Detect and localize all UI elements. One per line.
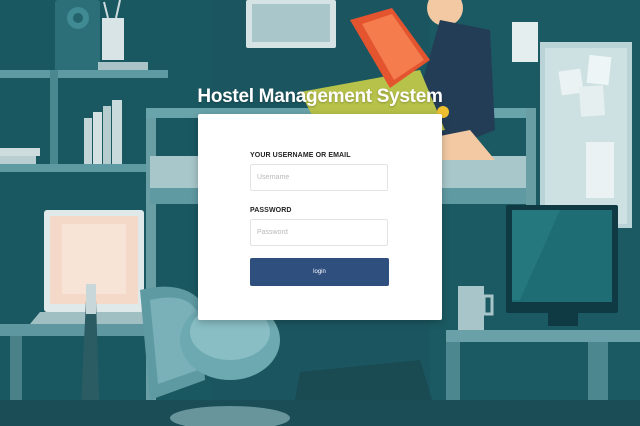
page-title: Hostel Management System — [197, 86, 443, 107]
username-label: YOUR USERNAME OR EMAIL — [250, 152, 351, 159]
password-label: PASSWORD — [250, 207, 292, 214]
password-input[interactable] — [250, 219, 388, 246]
login-card: YOUR USERNAME OR EMAIL PASSWORD login — [198, 114, 442, 320]
login-button[interactable]: login — [250, 258, 389, 286]
username-input[interactable] — [250, 164, 388, 191]
